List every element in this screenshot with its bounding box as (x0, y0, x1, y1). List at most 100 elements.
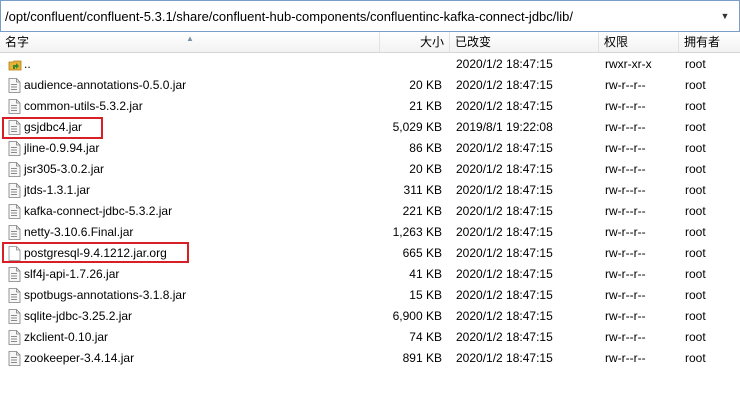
file-modified: 2020/1/2 18:47:15 (456, 57, 553, 71)
file-row[interactable]: .. 2020/1/2 18:47:15 rwxr-xr-x root (0, 54, 740, 75)
column-header-perms-label: 权限 (604, 35, 629, 49)
file-modified: 2020/1/2 18:47:15 (456, 351, 553, 365)
column-header-owner[interactable]: 拥有者 (679, 32, 740, 52)
file-row[interactable]: common-utils-5.3.2.jar 21 KB 2020/1/2 18:4… (0, 96, 740, 117)
folder-up-icon (8, 57, 22, 72)
file-perms: rw-r--r-- (605, 351, 646, 365)
file-size: 20 KB (409, 78, 442, 92)
file-size: 891 KB (402, 351, 442, 365)
file-name: audience-annotations-0.5.0.jar (24, 78, 187, 92)
file-modified: 2020/1/2 18:47:15 (456, 330, 553, 344)
jar-file-icon (8, 120, 21, 135)
file-size: 311 KB (403, 183, 442, 197)
file-size (380, 54, 442, 75)
file-row[interactable]: kafka-connect-jdbc-5.3.2.jar 221 KB 2020/1… (0, 201, 740, 222)
file-size: 21 KB (409, 99, 442, 113)
file-perms: rw-r--r-- (605, 267, 646, 281)
file-name: postgresql-9.4.1212.jar.org (24, 246, 167, 260)
column-header-size[interactable]: 大小 (380, 32, 450, 52)
file-modified: 2020/1/2 18:47:15 (456, 288, 553, 302)
file-name: jsr305-3.0.2.jar (24, 162, 105, 176)
file-row[interactable]: spotbugs-annotations-3.1.8.jar 15 KB 2020/… (0, 285, 740, 306)
jar-file-icon (8, 78, 21, 93)
file-size: 221 KB (402, 204, 442, 218)
column-header-size-label: 大小 (419, 35, 444, 49)
file-size: 6,900 KB (392, 309, 442, 323)
file-modified: 2020/1/2 18:47:15 (456, 78, 553, 92)
file-name: gsjdbc4.jar (24, 120, 83, 134)
path-bar[interactable]: /opt/confluent/confluent-5.3.1/share/con… (0, 0, 740, 32)
file-modified: 2020/1/2 18:47:15 (456, 162, 553, 176)
file-perms: rw-r--r-- (605, 162, 646, 176)
jar-file-icon (8, 204, 21, 219)
file-modified: 2019/8/1 19:22:08 (456, 120, 553, 134)
file-perms: rw-r--r-- (605, 288, 646, 302)
file-row[interactable]: jsr305-3.0.2.jar 20 KB 2020/1/2 18:47:15 rw… (0, 159, 740, 180)
file-name: sqlite-jdbc-3.25.2.jar (24, 309, 133, 323)
file-perms: rwxr-xr-x (605, 57, 652, 71)
file-row[interactable]: zookeeper-3.4.14.jar 891 KB 2020/1/2 18:47… (0, 348, 740, 369)
file-modified: 2020/1/2 18:47:15 (456, 246, 553, 260)
file-modified: 2020/1/2 18:47:15 (456, 267, 553, 281)
blank-file-icon (8, 246, 21, 261)
file-owner: root (685, 267, 706, 281)
column-header-name[interactable]: 名字 ▲ (0, 32, 380, 52)
file-owner: root (685, 183, 706, 197)
file-row[interactable]: jtds-1.3.1.jar 311 KB 2020/1/2 18:47:15 rw-… (0, 180, 740, 201)
file-row[interactable]: jline-0.9.94.jar 86 KB 2020/1/2 18:47:15 rw… (0, 138, 740, 159)
path-text[interactable]: /opt/confluent/confluent-5.3.1/share/con… (5, 9, 573, 24)
file-perms: rw-r--r-- (605, 309, 646, 323)
file-row[interactable]: sqlite-jdbc-3.25.2.jar 6,900 KB 2020/1/2 1… (0, 306, 740, 327)
file-size: 15 KB (409, 288, 442, 302)
file-row[interactable]: netty-3.10.6.Final.jar 1,263 KB 2020/1/2 1… (0, 222, 740, 243)
file-row[interactable]: gsjdbc4.jar 5,029 KB 2019/8/1 19:22:08 rw-r… (0, 117, 740, 138)
file-owner: root (685, 141, 706, 155)
column-header-perms[interactable]: 权限 (599, 32, 679, 52)
column-header-owner-label: 拥有者 (684, 35, 721, 49)
file-perms: rw-r--r-- (605, 78, 646, 92)
file-modified: 2020/1/2 18:47:15 (456, 183, 553, 197)
file-row[interactable]: audience-annotations-0.5.0.jar 20 KB 2020/… (0, 75, 740, 96)
file-row[interactable]: slf4j-api-1.7.26.jar 41 KB 2020/1/2 18:47:… (0, 264, 740, 285)
file-name: spotbugs-annotations-3.1.8.jar (24, 288, 187, 302)
file-row[interactable]: zkclient-0.10.jar 74 KB 2020/1/2 18:47:15 r… (0, 327, 740, 348)
file-row[interactable]: postgresql-9.4.1212.jar.org 665 KB 2020/1/… (0, 243, 740, 264)
file-owner: root (685, 78, 706, 92)
file-name: jtds-1.3.1.jar (24, 183, 91, 197)
file-list: .. 2020/1/2 18:47:15 rwxr-xr-x root audience… (0, 54, 740, 369)
column-header-name-label: 名字 (5, 35, 30, 49)
sort-ascending-icon: ▲ (186, 34, 194, 43)
jar-file-icon (8, 330, 21, 345)
file-perms: rw-r--r-- (605, 183, 646, 197)
file-size: 86 KB (409, 141, 442, 155)
column-header-modified-label: 已改变 (455, 35, 492, 49)
jar-file-icon (8, 351, 21, 366)
file-modified: 2020/1/2 18:47:15 (456, 204, 553, 218)
file-name: zookeeper-3.4.14.jar (24, 351, 135, 365)
jar-file-icon (8, 183, 21, 198)
file-modified: 2020/1/2 18:47:15 (456, 141, 553, 155)
file-perms: rw-r--r-- (605, 225, 646, 239)
jar-file-icon (8, 288, 21, 303)
file-owner: root (685, 99, 706, 113)
file-name: zkclient-0.10.jar (24, 330, 109, 344)
column-header: 名字 ▲ 大小 已改变 权限 拥有者 (0, 32, 740, 53)
file-size: 41 KB (409, 267, 442, 281)
file-owner: root (685, 330, 706, 344)
file-owner: root (685, 225, 706, 239)
file-owner: root (685, 204, 706, 218)
file-perms: rw-r--r-- (605, 99, 646, 113)
file-owner: root (685, 57, 706, 71)
column-header-modified[interactable]: 已改变 (450, 32, 599, 52)
file-perms: rw-r--r-- (605, 246, 646, 260)
file-name: kafka-connect-jdbc-5.3.2.jar (24, 204, 173, 218)
path-dropdown-icon[interactable]: ▼ (719, 9, 731, 23)
file-name: netty-3.10.6.Final.jar (24, 225, 134, 239)
file-owner: root (685, 309, 706, 323)
file-size: 665 KB (402, 246, 442, 260)
file-name: slf4j-api-1.7.26.jar (24, 267, 120, 281)
file-size: 74 KB (409, 330, 442, 344)
file-size: 20 KB (409, 162, 442, 176)
file-perms: rw-r--r-- (605, 120, 646, 134)
jar-file-icon (8, 162, 21, 177)
